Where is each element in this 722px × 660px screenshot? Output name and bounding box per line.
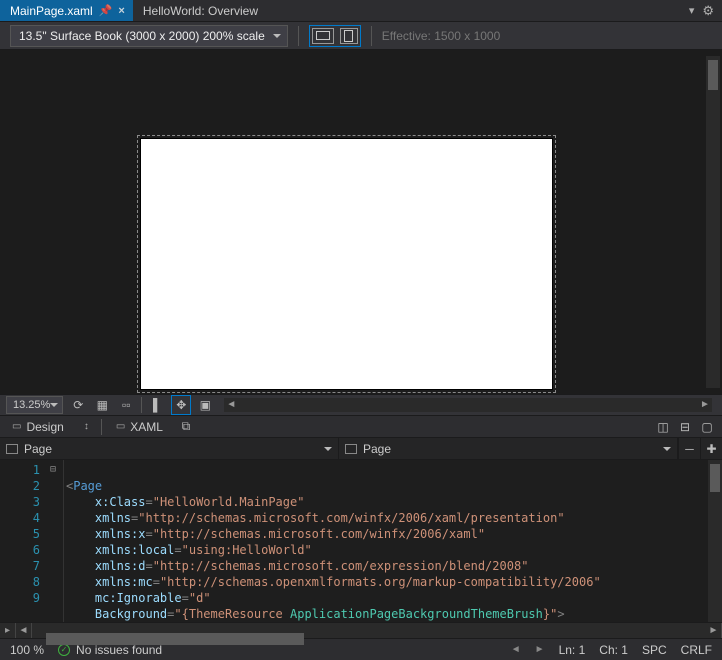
device-label: 13.5" Surface Book (3000 x 2000) 200% sc…	[19, 29, 265, 43]
scroll-right-icon[interactable]: ►	[706, 623, 722, 639]
element-label: Page	[363, 442, 391, 456]
zoom-tool-icon[interactable]: ▣	[196, 396, 214, 414]
nav-prev-icon[interactable]: ◄	[511, 644, 521, 655]
element-type-selector[interactable]: Page	[0, 438, 339, 459]
line-status[interactable]: Ln: 1	[559, 643, 586, 657]
split-horizontal-icon[interactable]: ◫	[654, 418, 672, 436]
chevron-down-icon	[50, 403, 58, 407]
device-selector[interactable]: 13.5" Surface Book (3000 x 2000) 200% sc…	[10, 25, 288, 47]
element-member-selector[interactable]: Page	[339, 438, 678, 459]
issues-status[interactable]: ✓ No issues found	[58, 643, 162, 657]
swap-icon: ↕	[84, 421, 87, 432]
zoom-selector[interactable]: 13.25%	[6, 396, 63, 414]
gear-icon[interactable]: ⚙	[702, 3, 714, 19]
zoom-toolbar: 13.25% ⟳ ▦ ▫▫ ▌ ✥ ▣ ◄ ►	[0, 394, 722, 416]
collapse-icon[interactable]: ⊟	[50, 462, 63, 478]
tab-mainpage-xaml[interactable]: MainPage.xaml 📌 ×	[0, 0, 133, 21]
portrait-button[interactable]	[340, 28, 358, 44]
close-icon[interactable]: ×	[118, 5, 124, 17]
design-pane-tab[interactable]: ▭ Design	[6, 416, 70, 438]
element-label: Page	[24, 442, 52, 456]
code-content[interactable]: <Page x:Class="HelloWorld.MainPage" xmln…	[64, 460, 708, 622]
tab-label: MainPage.xaml	[10, 4, 93, 18]
scroll-left-icon[interactable]: ◄	[16, 623, 32, 639]
element-icon	[345, 444, 357, 454]
grid-icon[interactable]: ▦	[93, 396, 111, 414]
minimap[interactable]	[710, 496, 720, 618]
go-up-icon[interactable]: ─	[678, 438, 700, 460]
snap-icon[interactable]: ▫▫	[117, 396, 135, 414]
refresh-icon[interactable]: ⟳	[69, 396, 87, 414]
chevron-down-icon	[324, 447, 332, 451]
expand-pane-icon[interactable]: ▢	[698, 418, 716, 436]
zoom-status[interactable]: 100 %	[10, 643, 44, 657]
settings-icon[interactable]: ✚	[700, 438, 722, 460]
editor-vscrollbar[interactable]	[708, 460, 722, 622]
designer-hscrollbar[interactable]: ◄ ►	[224, 398, 712, 412]
design-canvas[interactable]	[0, 50, 722, 394]
split-pane-header: ▭ Design ↕ ▭ XAML ⧉ ◫ ⊟ ▢	[0, 416, 722, 438]
snap-lines-icon[interactable]: ▌	[148, 396, 166, 414]
landscape-button[interactable]	[312, 28, 334, 44]
document-tabs: MainPage.xaml 📌 × HelloWorld: Overview ▾…	[0, 0, 722, 22]
zoom-label: 13.25%	[13, 399, 50, 411]
pane-label: XAML	[130, 420, 163, 434]
xaml-icon: ▭	[116, 421, 125, 432]
char-status[interactable]: Ch: 1	[599, 643, 628, 657]
orientation-toggle	[309, 25, 361, 47]
pane-label: Design	[26, 420, 63, 434]
scrollbar-thumb[interactable]	[710, 464, 720, 492]
swap-panes[interactable]: ↕	[78, 416, 93, 438]
designer-vscrollbar[interactable]	[706, 56, 720, 388]
issues-label: No issues found	[76, 643, 162, 657]
folding-column[interactable]: ⊟	[50, 460, 64, 622]
design-icon: ▭	[12, 421, 21, 432]
pin-icon[interactable]: 📌	[99, 4, 113, 17]
eol-status[interactable]: CRLF	[681, 643, 712, 657]
split-vertical-icon[interactable]: ⊟	[676, 418, 694, 436]
scrollbar-thumb[interactable]	[46, 633, 304, 645]
check-icon: ✓	[58, 644, 70, 656]
pan-icon[interactable]: ✥	[172, 396, 190, 414]
scrollbar-thumb[interactable]	[708, 60, 718, 90]
element-icon	[6, 444, 18, 454]
scroll-right-icon[interactable]: ►	[698, 398, 712, 412]
designer-toolbar: 13.5" Surface Book (3000 x 2000) 200% sc…	[0, 22, 722, 50]
nav-next-icon[interactable]: ►	[535, 644, 545, 655]
scroll-left-icon[interactable]: ◄	[224, 398, 238, 412]
chevron-down-icon[interactable]: ▾	[689, 4, 695, 17]
element-path-bar: Page Page ─ ✚	[0, 438, 722, 460]
landscape-icon	[316, 31, 330, 40]
effective-size-label: Effective: 1500 x 1000	[382, 29, 501, 43]
editor-hscrollbar[interactable]: ▸ ◄ ►	[0, 622, 722, 638]
split-icon[interactable]: ▸	[0, 623, 16, 639]
tab-label: HelloWorld: Overview	[143, 4, 258, 18]
line-numbers: 1 2 3 4 5 6 7 8 9	[0, 460, 50, 622]
indent-status[interactable]: SPC	[642, 643, 667, 657]
xaml-editor[interactable]: 1 2 3 4 5 6 7 8 9 ⊟ <Page x:Class="Hello…	[0, 460, 722, 622]
tab-overview[interactable]: HelloWorld: Overview	[133, 0, 266, 21]
chevron-down-icon	[273, 34, 281, 38]
xaml-pane-tab[interactable]: ▭ XAML	[110, 416, 169, 438]
portrait-icon	[344, 30, 353, 42]
popout-icon[interactable]: ⧉	[177, 418, 195, 436]
chevron-down-icon	[663, 447, 671, 451]
page-preview[interactable]	[140, 138, 553, 390]
